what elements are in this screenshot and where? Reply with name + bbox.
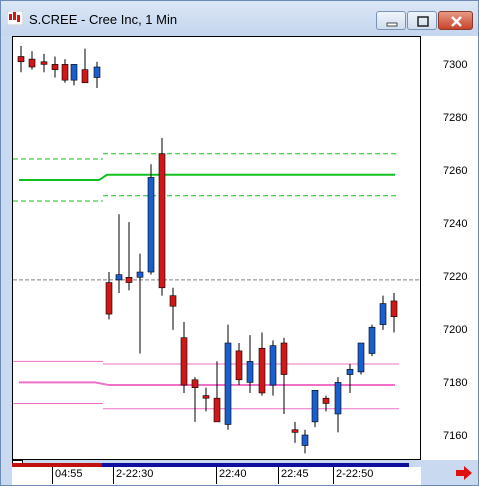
close-icon [451,16,462,27]
candlestick-chart[interactable] [13,37,420,459]
candle-down [390,300,398,318]
price-axis[interactable]: 7300 7280 7260 7240 7220 7200 7180 7160 [421,36,478,460]
candle-up [224,342,232,425]
window-title: S.CREE - Cree Inc, 1 Min [29,12,178,27]
maximize-button[interactable] [407,11,437,30]
candle-down [180,337,188,386]
time-label: 2-22:50 [336,468,374,480]
time-tick [333,467,334,484]
title-bar[interactable]: S.CREE - Cree Inc, 1 Min [1,1,478,35]
time-tick [278,467,279,484]
candle-up [368,326,376,354]
time-tick [113,467,114,484]
price-label: 7300 [443,59,468,71]
candle-up [136,271,144,278]
candle-down [158,153,166,289]
candle-down [40,61,48,65]
time-tick [52,467,53,484]
candle-up [357,342,365,373]
candle-up [147,177,155,273]
time-label: 22:45 [281,468,309,480]
candle-down [258,347,266,394]
minimize-button[interactable] [376,11,406,30]
time-label: 22:40 [219,468,247,480]
candle-down [322,397,330,404]
candle-up [311,390,319,423]
candle-up [115,274,123,281]
price-label: 7260 [443,165,468,177]
close-button[interactable] [438,11,473,30]
price-label: 7220 [443,271,468,283]
candle-up [301,434,309,446]
candle-up [334,382,342,415]
candle-down [202,395,210,399]
candle-down [125,276,133,283]
price-label: 7240 [443,218,468,230]
candle-down [235,350,243,381]
time-axis[interactable]: 04:55 2-22:30 22:40 22:45 2-22:50 [12,467,421,485]
candle-up [269,345,277,386]
time-label: 2-22:30 [116,468,154,480]
candle-down [291,429,299,433]
minimize-icon [386,22,398,27]
time-label: 04:55 [55,468,83,480]
candle-down [169,295,177,307]
chart-plot-area[interactable] [12,36,421,460]
candle-up [93,66,101,78]
price-label: 7160 [443,430,468,442]
candle-up [246,361,254,383]
candle-up [70,64,78,81]
candle-down [28,58,36,68]
chart-app-icon [7,11,23,25]
candle-up [379,303,387,325]
candle-down [51,64,59,70]
candle-down [61,64,69,81]
price-label: 7200 [443,324,468,336]
candle-down [81,69,89,84]
maximize-icon [417,16,429,27]
candle-down [191,379,199,388]
candle-up [346,368,354,375]
resistance-mid-line [19,173,395,182]
candle-down [105,282,113,315]
time-tick [216,467,217,484]
candle-down [280,342,288,375]
chart-window: S.CREE - Cree Inc, 1 Min 7300 7280 7260 … [0,0,479,486]
scroll-right-arrow-icon[interactable] [456,466,472,480]
price-label: 7180 [443,377,468,389]
candle-down [213,397,221,423]
price-label: 7280 [443,112,468,124]
candle-down [17,56,25,63]
